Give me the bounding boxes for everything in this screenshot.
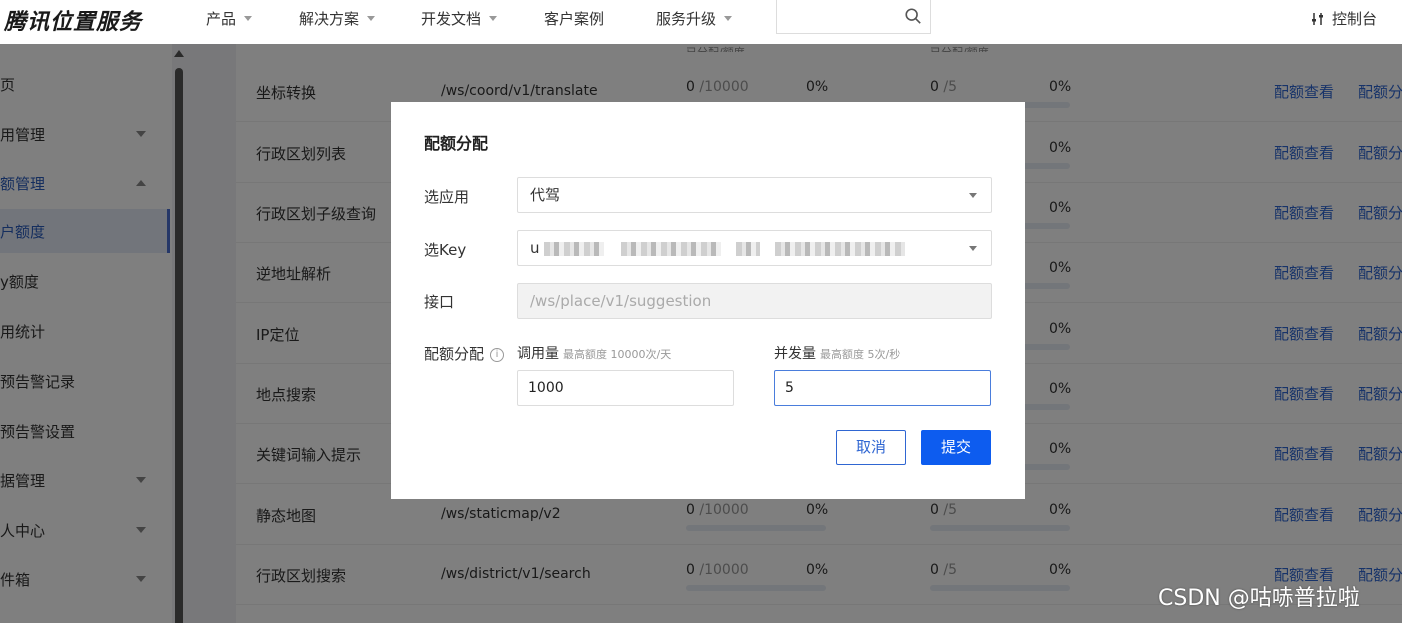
redacted-key-segment xyxy=(621,241,722,256)
quota-label: 配额分配 i xyxy=(424,343,505,364)
nav-docs[interactable]: 开发文档 xyxy=(421,8,498,29)
top-nav: 腾讯位置服务 产品 解决方案 开发文档 客户案例 服务升级 控制台 xyxy=(0,0,1402,44)
redacted-key-segment xyxy=(774,241,905,256)
nav-product[interactable]: 产品 xyxy=(206,8,253,29)
calls-label: 调用量 最高额度 10000次/天 xyxy=(517,346,672,362)
api-field: /ws/place/v1/suggestion xyxy=(517,283,992,319)
calls-input[interactable]: 1000 xyxy=(517,370,734,406)
chevron-down-icon xyxy=(969,246,977,251)
chevron-down-icon xyxy=(367,16,376,21)
concurrency-label: 并发量 最高额度 5次/秒 xyxy=(774,346,901,362)
submit-button[interactable]: 提交 xyxy=(921,430,991,465)
watermark: CSDN @咕哧普拉啦 xyxy=(1158,586,1360,611)
dialog-title: 配额分配 xyxy=(424,134,489,153)
redacted-key-segment xyxy=(735,241,760,256)
sliders-icon xyxy=(1312,12,1323,25)
brand-logo[interactable]: 腾讯位置服务 xyxy=(4,4,142,36)
info-icon[interactable]: i xyxy=(490,347,505,362)
chevron-down-icon xyxy=(724,16,733,21)
quota-allocation-dialog: 配额分配 选应用 代驾 选Key u 接口 /ws/place/v1/sugge… xyxy=(391,102,1025,499)
key-select[interactable]: u xyxy=(517,230,992,266)
search-input[interactable] xyxy=(776,0,931,34)
key-select-label: 选Key xyxy=(424,241,467,259)
chevron-down-icon xyxy=(244,16,253,21)
chevron-down-icon xyxy=(489,16,498,21)
console-link[interactable]: 控制台 xyxy=(1310,8,1377,29)
nav-cases[interactable]: 客户案例 xyxy=(544,8,604,29)
app-select[interactable]: 代驾 xyxy=(517,177,992,213)
app-select-label: 选应用 xyxy=(424,188,470,206)
nav-upgrade[interactable]: 服务升级 xyxy=(656,8,733,29)
api-label: 接口 xyxy=(424,293,455,311)
search-icon[interactable] xyxy=(904,7,922,25)
redacted-key-segment xyxy=(544,241,605,256)
cancel-button[interactable]: 取消 xyxy=(836,430,906,465)
nav-solutions[interactable]: 解决方案 xyxy=(299,8,376,29)
concurrency-input[interactable]: 5 xyxy=(774,370,991,406)
chevron-down-icon xyxy=(969,193,977,198)
